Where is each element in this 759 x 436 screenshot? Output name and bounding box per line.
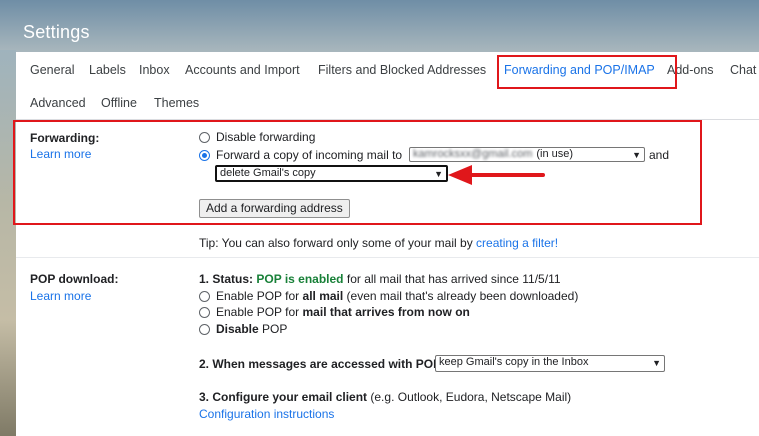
- pop-from-now-bold: mail that arrives from now on: [302, 305, 470, 319]
- tab-themes[interactable]: Themes: [154, 96, 199, 110]
- pop-when-accessed-value: keep Gmail's copy in the Inbox: [439, 356, 589, 368]
- tab-filters-and-blocked-addresses[interactable]: Filters and Blocked Addresses: [318, 63, 486, 77]
- pop-all-mail-suffix: (even mail that's already been downloade…: [346, 289, 579, 303]
- pop-disable-label: Disable POP: [216, 322, 287, 336]
- chevron-down-icon: ▼: [652, 358, 661, 368]
- pop-all-mail-prefix: Enable POP for: [216, 289, 300, 303]
- tab-advanced[interactable]: Advanced: [30, 96, 86, 110]
- tab-accounts-and-import[interactable]: Accounts and Import: [185, 63, 300, 77]
- active-tab-highlight-box: [497, 55, 677, 89]
- configure-client-text: 3. Configure your email client (e.g. Out…: [199, 390, 571, 404]
- pop-disable-suffix: POP: [262, 322, 288, 336]
- pop-disable-bold: Disable: [216, 322, 259, 336]
- pop-status-prefix: 1. Status:: [199, 272, 254, 286]
- forwarding-highlight-box: [13, 120, 702, 225]
- configure-client-label: 3. Configure your email client: [199, 390, 368, 404]
- creating-filter-link[interactable]: creating a filter!: [476, 236, 558, 250]
- pop-all-mail-radio[interactable]: [199, 291, 210, 302]
- section-divider: [16, 257, 759, 258]
- pop-download-label: POP download:: [30, 272, 119, 286]
- settings-panel: General Labels Inbox Accounts and Import…: [13, 52, 759, 436]
- configuration-instructions-link[interactable]: Configuration instructions: [199, 407, 334, 421]
- tab-labels[interactable]: Labels: [89, 63, 126, 77]
- pop-when-accessed-select[interactable]: keep Gmail's copy in the Inbox ▼: [435, 355, 665, 372]
- page-title: Settings: [23, 22, 90, 42]
- tab-general[interactable]: General: [30, 63, 74, 77]
- pop-disable-radio[interactable]: [199, 324, 210, 335]
- pop-status-suffix: for all mail that has arrived since 11/5…: [346, 272, 561, 286]
- pop-status: 1. Status: POP is enabled for all mail t…: [199, 272, 561, 286]
- pop-status-value: POP is enabled: [256, 272, 344, 286]
- pop-from-now-prefix: Enable POP for: [216, 305, 300, 319]
- pop-learn-more-link[interactable]: Learn more: [30, 289, 91, 303]
- tab-chat[interactable]: Chat: [730, 63, 756, 77]
- background-strip: [0, 50, 16, 436]
- forwarding-tip: Tip: You can also forward only some of y…: [199, 236, 558, 250]
- tip-text: Tip: You can also forward only some of y…: [199, 236, 473, 250]
- pop-from-now-radio[interactable]: [199, 307, 210, 318]
- pop-all-mail-bold: all mail: [302, 289, 344, 303]
- pop-all-mail-label: Enable POP for all mail (even mail that'…: [216, 289, 578, 303]
- configure-client-suffix: (e.g. Outlook, Eudora, Netscape Mail): [370, 390, 572, 404]
- pop-when-accessed-label: 2. When messages are accessed with POP: [199, 357, 442, 371]
- pop-from-now-label: Enable POP for mail that arrives from no…: [216, 305, 470, 319]
- tab-offline[interactable]: Offline: [101, 96, 137, 110]
- tab-inbox[interactable]: Inbox: [139, 63, 170, 77]
